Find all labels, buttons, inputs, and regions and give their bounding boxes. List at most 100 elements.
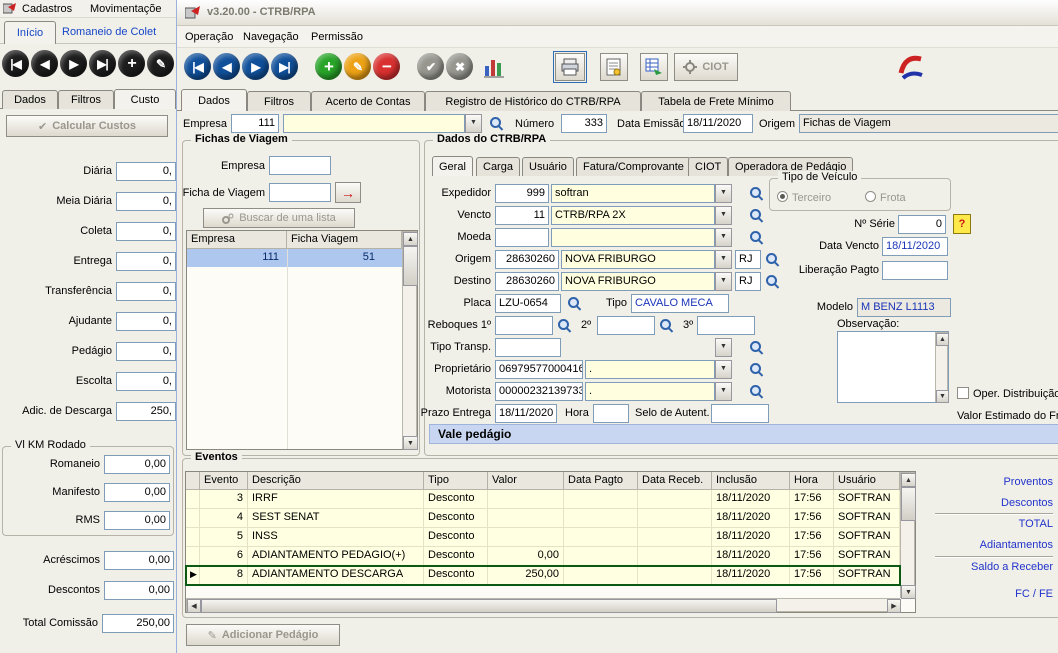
radio-terceiro[interactable] (777, 191, 788, 202)
tab-romaneio-de-coleta[interactable]: Romaneio de Colet (62, 26, 156, 39)
tab-custos[interactable]: Custo (114, 89, 176, 109)
field-input[interactable]: 0, (116, 222, 176, 241)
field-input[interactable]: 0, (116, 342, 176, 361)
buscar-de-uma-lista-button[interactable]: Buscar de uma lista (203, 208, 355, 228)
link-descontos[interactable]: Descontos (917, 497, 1053, 509)
tab-filtros[interactable]: Filtros (247, 91, 311, 111)
scroll-down-button[interactable]: ▼ (901, 585, 916, 599)
expedidor-code-input[interactable]: 999 (495, 184, 549, 203)
selo-autent-input[interactable] (711, 404, 769, 423)
empresa-search-icon[interactable] (489, 116, 504, 131)
field-input[interactable]: 0,00 (104, 551, 174, 570)
fichas-empresa-input[interactable] (269, 156, 331, 175)
field-input[interactable]: 0,00 (104, 581, 174, 600)
column-header[interactable]: Hora (790, 472, 834, 490)
link-adiantamentos[interactable]: Adiantamentos (917, 539, 1053, 551)
eventos-horizontal-scrollbar[interactable]: ◀ ▶ (186, 598, 900, 612)
field-input[interactable]: 0,00 (104, 483, 170, 502)
field-input[interactable]: 0, (116, 312, 176, 331)
scroll-right-button[interactable]: ▶ (887, 599, 901, 613)
table-row[interactable]: 4 SEST SENAT Desconto 18/11/2020 17:56 S… (186, 509, 900, 528)
destino-dropdown-button[interactable]: ▼ (715, 272, 732, 291)
moeda-dropdown-button[interactable]: ▼ (715, 228, 732, 247)
eventos-vertical-scrollbar[interactable]: ▲ ▼ (900, 472, 915, 598)
carregar-ficha-button[interactable]: → (335, 182, 361, 203)
column-header[interactable]: Usuário (834, 472, 900, 490)
scroll-up-button[interactable]: ▲ (936, 333, 949, 346)
data-vencto-input[interactable]: 18/11/2020 (882, 237, 948, 256)
next-record-button[interactable]: ▶ (242, 53, 269, 80)
expedidor-dropdown-button[interactable]: ▼ (715, 184, 732, 203)
field-input[interactable]: 0, (116, 282, 176, 301)
table-row[interactable]: 111 51 (187, 249, 402, 267)
table-row-selected[interactable]: ▶ 8 ADIANTAMENTO DESCARGA Desconto 250,0… (186, 566, 900, 585)
ciot-button[interactable]: CIOT (674, 53, 738, 81)
destino-combo[interactable]: NOVA FRIBURGO (561, 272, 715, 291)
tab-tabela-frete-minimo[interactable]: Tabela de Frete Mínimo (641, 91, 791, 111)
proprietario-search-icon[interactable] (749, 362, 764, 377)
vencto-combo[interactable]: CTRB/RPA 2X (551, 206, 715, 225)
scroll-thumb[interactable] (201, 599, 777, 613)
oper-distribuicao-checkbox[interactable] (957, 387, 969, 399)
tab-usuario[interactable]: Usuário (522, 157, 574, 176)
confirm-button[interactable]: ✔ (417, 53, 444, 80)
motorista-dropdown-button[interactable]: ▼ (715, 382, 732, 401)
menu-operacao[interactable]: Operação (185, 31, 233, 44)
report-button[interactable] (600, 53, 628, 81)
tipo-transp-input[interactable] (495, 338, 561, 357)
scroll-thumb[interactable] (901, 487, 916, 521)
tab-filtros-custos[interactable]: Filtros (58, 90, 114, 109)
chart-icon-button[interactable] (482, 55, 506, 79)
field-input[interactable]: 250, (116, 402, 176, 421)
moeda-combo[interactable] (551, 228, 715, 247)
table-row[interactable]: 6 ADIANTAMENTO PEDAGIO(+) Desconto 0,00 … (186, 547, 900, 566)
delete-button[interactable]: − (373, 53, 400, 80)
tipo-transp-search-icon[interactable] (749, 340, 764, 355)
numero-input[interactable]: 333 (561, 114, 607, 133)
edit-button[interactable]: ✎ (344, 53, 371, 80)
expedidor-search-icon[interactable] (749, 186, 764, 201)
proprietario-code-input[interactable]: 06979577000416 (495, 360, 583, 379)
export-button[interactable] (640, 53, 668, 81)
last-record-button[interactable]: ▶| (271, 53, 298, 80)
radio-frota[interactable] (865, 191, 876, 202)
column-header[interactable]: Inclusão (712, 472, 790, 490)
print-button[interactable] (555, 53, 585, 81)
vencto-dropdown-button[interactable]: ▼ (715, 206, 732, 225)
moeda-code-input[interactable] (495, 228, 549, 247)
tab-inicio[interactable]: Início (4, 21, 56, 44)
scroll-left-button[interactable]: ◀ (187, 599, 201, 613)
link-total[interactable]: TOTAL (917, 518, 1053, 530)
num-serie-input[interactable]: 0 (898, 215, 946, 234)
vale-pedagio-banner[interactable]: Vale pedágio (429, 424, 1058, 444)
tab-dados-custos[interactable]: Dados (2, 90, 58, 109)
field-input[interactable]: 0, (116, 162, 176, 181)
field-input[interactable]: 0, (116, 252, 176, 271)
calcular-custos-button[interactable]: ✔ Calcular Custos (6, 115, 168, 137)
proprietario-dropdown-button[interactable]: ▼ (715, 360, 732, 379)
vencto-code-input[interactable]: 11 (495, 206, 549, 225)
tab-registro-historico[interactable]: Registro de Histórico do CTRB/RPA (425, 91, 641, 111)
table-row[interactable]: 3 IRRF Desconto 18/11/2020 17:56 SOFTRAN (186, 490, 900, 509)
menu-permissao[interactable]: Permissão (311, 31, 363, 44)
column-header[interactable]: Evento (200, 472, 248, 490)
liberacao-pagto-input[interactable] (882, 261, 948, 280)
origem-code-input[interactable]: 28630260 (495, 250, 559, 269)
observacao-textarea[interactable]: ▲ ▼ (837, 331, 949, 403)
tab-ciot[interactable]: CIOT (688, 157, 728, 176)
scroll-down-button[interactable]: ▼ (936, 390, 949, 403)
field-input[interactable]: 0, (116, 372, 176, 391)
scroll-down-button[interactable]: ▼ (403, 436, 418, 450)
menu-cadastros[interactable]: Cadastros (22, 3, 72, 16)
menu-movimentacoes[interactable]: Movimentaçõe (90, 3, 162, 16)
reboque3-input[interactable] (697, 316, 755, 335)
motorista-search-icon[interactable] (749, 384, 764, 399)
empresa-code-input[interactable]: 111 (231, 114, 279, 133)
field-input[interactable]: 0,00 (104, 455, 170, 474)
reboque1-input[interactable] (495, 316, 553, 335)
adicionar-pedagio-button[interactable]: ✎ Adicionar Pedágio (186, 624, 340, 646)
table-row[interactable]: 5 INSS Desconto 18/11/2020 17:56 SOFTRAN (186, 528, 900, 547)
tab-acerto-de-contas[interactable]: Acerto de Contas (311, 91, 425, 111)
reboque2-input[interactable] (597, 316, 655, 335)
first-record-button[interactable]: |◀ (2, 50, 29, 77)
